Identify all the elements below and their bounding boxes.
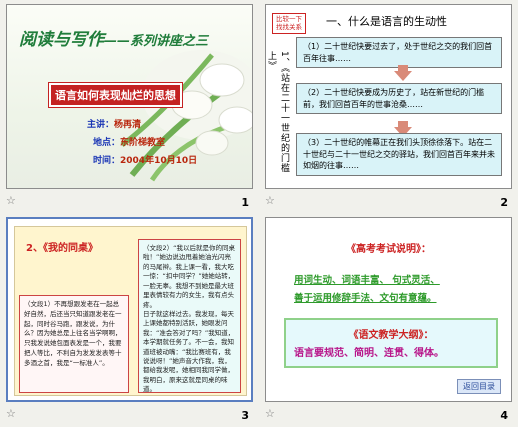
time-label: 时间：: [93, 156, 121, 166]
presenter-value: 杨再清: [114, 120, 142, 130]
title-main: 阅读与写作: [19, 30, 104, 50]
arrow-down-icon: [394, 71, 412, 81]
syllabus-line: 语言要规范、简明、连贯、得体。: [294, 348, 444, 359]
slide-1-canvas: 阅读与写作——系列讲座之三 语言如何表现灿烂的思想 主讲：杨再清 地点：东阶梯教…: [6, 4, 253, 189]
star-icon[interactable]: ☆: [6, 194, 16, 207]
example-box-3: （3）二十世纪的帷幕正在我们头顶徐徐落下。站在二十世纪与二十一世纪之交的驿站，我…: [296, 133, 502, 176]
place-line: 地点：东阶梯教室: [93, 135, 165, 148]
passage-2-box: （文段2）“我以后就是你的同桌啦！”她边说边甩着她油光闪亮的马尾辫。我上课一看，…: [138, 239, 241, 393]
return-toc-button[interactable]: 返回目录: [457, 379, 501, 394]
presenter-line: 主讲：杨再清: [87, 117, 141, 130]
syllabus-box: 《语文教学大纲》： 语言要规范、简明、连贯、得体。: [284, 318, 498, 368]
slide-thumb-4[interactable]: 《高考考试说明》： 用词生动、词语丰富、 句式灵活、 善于运用修辞手法、文句有意…: [259, 213, 518, 426]
exam-guide-heading: 《高考考试说明》：: [346, 244, 431, 255]
slide-thumb-2[interactable]: 比较一下 找找关系 一、什么是语言的生动性 1、《站在二十一世纪的门槛上》 （1…: [259, 0, 518, 213]
slide-thumb-1[interactable]: 阅读与写作——系列讲座之三 语言如何表现灿烂的思想 主讲：杨再清 地点：东阶梯教…: [0, 0, 259, 213]
slide-number: 3: [241, 409, 249, 422]
star-icon[interactable]: ☆: [6, 407, 16, 420]
passage-1-box: （文段1）不再想跟发老在一起总好自然，后还当只知道跟发老在一起，同时谷马跑，跟发…: [19, 295, 129, 393]
compare-tag: 比较一下 找找关系: [272, 13, 306, 34]
slide-4-canvas: 《高考考试说明》： 用词生动、词语丰富、 句式灵活、 善于运用修辞手法、文句有意…: [265, 217, 512, 402]
syllabus-heading: 《语文教学大纲》：: [348, 330, 434, 341]
subject-banner: 语言如何表现灿烂的思想: [48, 82, 183, 108]
slide-2-title: 一、什么是语言的生动性: [326, 15, 447, 28]
slide-number: 1: [241, 196, 249, 209]
star-icon[interactable]: ☆: [265, 407, 275, 420]
time-line: 时间：2004年10月10日: [93, 153, 197, 166]
title-sub: ——系列讲座之三: [104, 34, 209, 49]
slide-thumb-3[interactable]: 2、《我的同桌》 （文段1）不再想跟发老在一起总好自然，后还当只知道跟发老在一起…: [0, 213, 259, 426]
presenter-label: 主讲：: [87, 120, 115, 130]
slide-1-title: 阅读与写作——系列讲座之三: [19, 25, 208, 50]
exam-guide-line-1: 用词生动、词语丰富、 句式灵活、: [294, 275, 440, 286]
place-label: 地点：: [93, 138, 121, 148]
place-value: 东阶梯教室: [120, 138, 166, 148]
slide-3-canvas: 2、《我的同桌》 （文段1）不再想跟发老在一起总好自然，后还当只知道跟发老在一起…: [6, 217, 253, 402]
slide-number: 2: [500, 196, 508, 209]
slide-number: 4: [500, 409, 508, 422]
star-icon[interactable]: ☆: [265, 194, 275, 207]
exam-guide-line-2: 善于运用修辞手法、文句有意蕴。: [294, 293, 437, 304]
slide-2-canvas: 比较一下 找找关系 一、什么是语言的生动性 1、《站在二十一世纪的门槛上》 （1…: [265, 4, 512, 189]
side-vertical-text: 1、《站在二十一世纪的门槛上》: [266, 51, 289, 174]
example-box-2: （2）二十世纪快要成为历史了，站在新世纪的门槛前，我们回首百年的世事沧桑……: [296, 83, 502, 115]
time-value: 2004年10月10日: [120, 156, 198, 166]
slide-3-heading: 2、《我的同桌》: [26, 243, 98, 254]
example-box-1: （1）二十世纪快要过去了，处于世纪之交的我们回首百年往事……: [296, 37, 502, 69]
